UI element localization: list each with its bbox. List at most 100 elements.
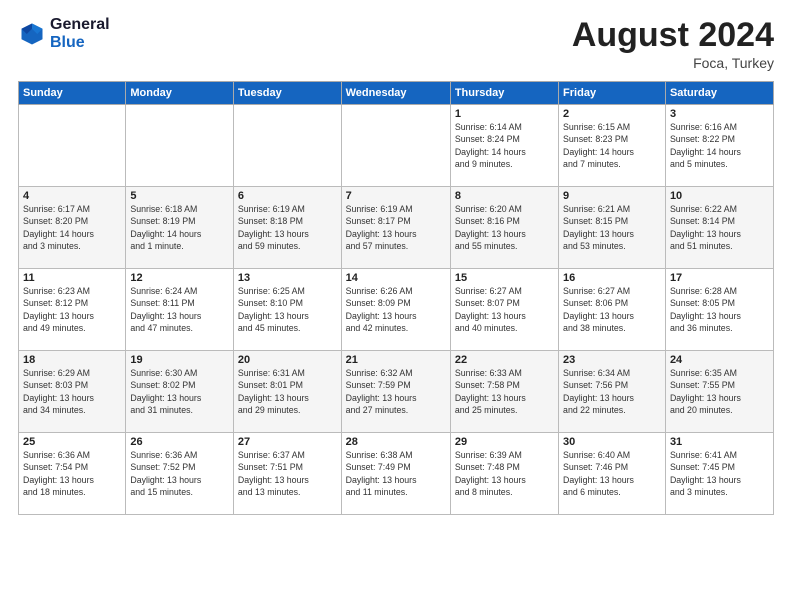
title-block: August 2024 Foca, Turkey [572,16,774,71]
day-info: Sunrise: 6:17 AM Sunset: 8:20 PM Dayligh… [23,203,121,252]
day-cell: 21Sunrise: 6:32 AM Sunset: 7:59 PM Dayli… [341,351,450,433]
day-cell: 31Sunrise: 6:41 AM Sunset: 7:45 PM Dayli… [665,433,773,515]
day-info: Sunrise: 6:28 AM Sunset: 8:05 PM Dayligh… [670,285,769,334]
day-cell: 1Sunrise: 6:14 AM Sunset: 8:24 PM Daylig… [450,105,558,187]
day-number: 17 [670,272,769,284]
day-cell: 15Sunrise: 6:27 AM Sunset: 8:07 PM Dayli… [450,269,558,351]
day-cell: 12Sunrise: 6:24 AM Sunset: 8:11 PM Dayli… [126,269,234,351]
day-number: 7 [346,190,446,202]
day-info: Sunrise: 6:30 AM Sunset: 8:02 PM Dayligh… [130,367,229,416]
day-info: Sunrise: 6:37 AM Sunset: 7:51 PM Dayligh… [238,449,337,498]
day-info: Sunrise: 6:26 AM Sunset: 8:09 PM Dayligh… [346,285,446,334]
day-number: 25 [23,436,121,448]
day-number: 10 [670,190,769,202]
week-row-4: 18Sunrise: 6:29 AM Sunset: 8:03 PM Dayli… [19,351,774,433]
day-number: 15 [455,272,554,284]
day-cell: 24Sunrise: 6:35 AM Sunset: 7:55 PM Dayli… [665,351,773,433]
day-info: Sunrise: 6:20 AM Sunset: 8:16 PM Dayligh… [455,203,554,252]
day-number: 13 [238,272,337,284]
day-info: Sunrise: 6:14 AM Sunset: 8:24 PM Dayligh… [455,121,554,170]
page: General Blue August 2024 Foca, Turkey Su… [0,0,792,612]
header-friday: Friday [559,82,666,105]
day-cell: 3Sunrise: 6:16 AM Sunset: 8:22 PM Daylig… [665,105,773,187]
calendar-table: Sunday Monday Tuesday Wednesday Thursday… [18,81,774,515]
week-row-2: 4Sunrise: 6:17 AM Sunset: 8:20 PM Daylig… [19,187,774,269]
week-row-5: 25Sunrise: 6:36 AM Sunset: 7:54 PM Dayli… [19,433,774,515]
day-number: 4 [23,190,121,202]
day-info: Sunrise: 6:32 AM Sunset: 7:59 PM Dayligh… [346,367,446,416]
day-number: 27 [238,436,337,448]
day-cell: 17Sunrise: 6:28 AM Sunset: 8:05 PM Dayli… [665,269,773,351]
day-cell [19,105,126,187]
week-row-1: 1Sunrise: 6:14 AM Sunset: 8:24 PM Daylig… [19,105,774,187]
day-number: 23 [563,354,661,366]
day-number: 1 [455,108,554,120]
day-number: 22 [455,354,554,366]
day-cell: 4Sunrise: 6:17 AM Sunset: 8:20 PM Daylig… [19,187,126,269]
day-number: 24 [670,354,769,366]
day-info: Sunrise: 6:38 AM Sunset: 7:49 PM Dayligh… [346,449,446,498]
day-number: 26 [130,436,229,448]
day-number: 16 [563,272,661,284]
header: General Blue August 2024 Foca, Turkey [18,16,774,71]
day-cell: 30Sunrise: 6:40 AM Sunset: 7:46 PM Dayli… [559,433,666,515]
day-number: 12 [130,272,229,284]
day-cell: 22Sunrise: 6:33 AM Sunset: 7:58 PM Dayli… [450,351,558,433]
day-info: Sunrise: 6:16 AM Sunset: 8:22 PM Dayligh… [670,121,769,170]
day-info: Sunrise: 6:27 AM Sunset: 8:06 PM Dayligh… [563,285,661,334]
day-cell: 11Sunrise: 6:23 AM Sunset: 8:12 PM Dayli… [19,269,126,351]
header-thursday: Thursday [450,82,558,105]
day-info: Sunrise: 6:29 AM Sunset: 8:03 PM Dayligh… [23,367,121,416]
header-monday: Monday [126,82,234,105]
day-info: Sunrise: 6:23 AM Sunset: 8:12 PM Dayligh… [23,285,121,334]
day-cell: 9Sunrise: 6:21 AM Sunset: 8:15 PM Daylig… [559,187,666,269]
day-info: Sunrise: 6:41 AM Sunset: 7:45 PM Dayligh… [670,449,769,498]
day-cell [126,105,234,187]
day-number: 30 [563,436,661,448]
month-title: August 2024 [572,16,774,55]
calendar-header-row: Sunday Monday Tuesday Wednesday Thursday… [19,82,774,105]
day-info: Sunrise: 6:15 AM Sunset: 8:23 PM Dayligh… [563,121,661,170]
header-tuesday: Tuesday [233,82,341,105]
day-cell: 27Sunrise: 6:37 AM Sunset: 7:51 PM Dayli… [233,433,341,515]
logo: General Blue [18,16,110,51]
day-cell: 29Sunrise: 6:39 AM Sunset: 7:48 PM Dayli… [450,433,558,515]
day-cell: 13Sunrise: 6:25 AM Sunset: 8:10 PM Dayli… [233,269,341,351]
day-info: Sunrise: 6:35 AM Sunset: 7:55 PM Dayligh… [670,367,769,416]
header-wednesday: Wednesday [341,82,450,105]
day-info: Sunrise: 6:34 AM Sunset: 7:56 PM Dayligh… [563,367,661,416]
day-info: Sunrise: 6:19 AM Sunset: 8:18 PM Dayligh… [238,203,337,252]
day-cell: 26Sunrise: 6:36 AM Sunset: 7:52 PM Dayli… [126,433,234,515]
day-cell: 2Sunrise: 6:15 AM Sunset: 8:23 PM Daylig… [559,105,666,187]
day-cell: 16Sunrise: 6:27 AM Sunset: 8:06 PM Dayli… [559,269,666,351]
day-info: Sunrise: 6:39 AM Sunset: 7:48 PM Dayligh… [455,449,554,498]
day-info: Sunrise: 6:22 AM Sunset: 8:14 PM Dayligh… [670,203,769,252]
day-number: 2 [563,108,661,120]
day-info: Sunrise: 6:36 AM Sunset: 7:54 PM Dayligh… [23,449,121,498]
day-info: Sunrise: 6:25 AM Sunset: 8:10 PM Dayligh… [238,285,337,334]
day-number: 31 [670,436,769,448]
day-number: 6 [238,190,337,202]
header-sunday: Sunday [19,82,126,105]
day-number: 19 [130,354,229,366]
logo-line2: Blue [50,34,110,52]
day-number: 5 [130,190,229,202]
day-info: Sunrise: 6:24 AM Sunset: 8:11 PM Dayligh… [130,285,229,334]
day-info: Sunrise: 6:27 AM Sunset: 8:07 PM Dayligh… [455,285,554,334]
day-cell [233,105,341,187]
day-info: Sunrise: 6:31 AM Sunset: 8:01 PM Dayligh… [238,367,337,416]
logo-icon [18,20,46,48]
day-info: Sunrise: 6:21 AM Sunset: 8:15 PM Dayligh… [563,203,661,252]
logo-line1: General [50,16,110,34]
day-cell: 19Sunrise: 6:30 AM Sunset: 8:02 PM Dayli… [126,351,234,433]
day-number: 3 [670,108,769,120]
day-cell: 25Sunrise: 6:36 AM Sunset: 7:54 PM Dayli… [19,433,126,515]
week-row-3: 11Sunrise: 6:23 AM Sunset: 8:12 PM Dayli… [19,269,774,351]
day-info: Sunrise: 6:19 AM Sunset: 8:17 PM Dayligh… [346,203,446,252]
day-number: 18 [23,354,121,366]
day-number: 9 [563,190,661,202]
day-number: 11 [23,272,121,284]
location: Foca, Turkey [572,55,774,71]
day-cell [341,105,450,187]
day-cell: 28Sunrise: 6:38 AM Sunset: 7:49 PM Dayli… [341,433,450,515]
